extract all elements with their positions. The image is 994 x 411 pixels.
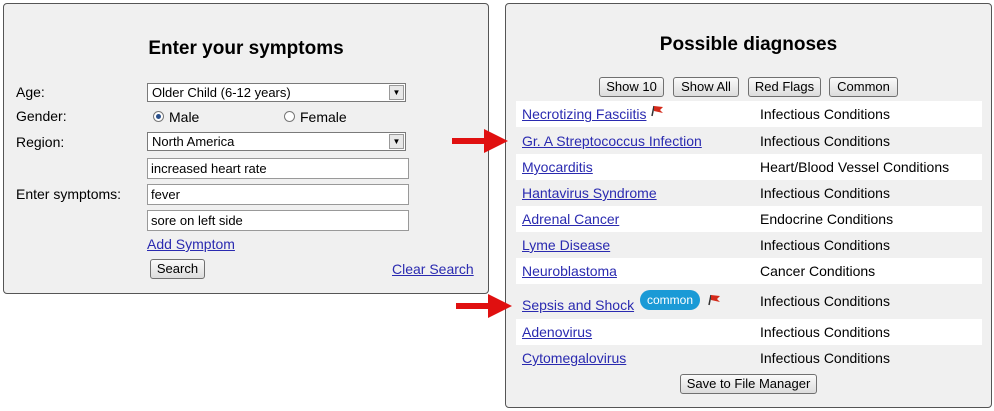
diagnoses-panel: Possible diagnoses Show 10 Show All Red … <box>505 3 992 408</box>
diagnosis-link[interactable]: Necrotizing Fasciitis <box>522 106 646 122</box>
list-item: Necrotizing Fasciitis Infectious Conditi… <box>516 101 982 127</box>
arrow-right-icon <box>456 294 512 318</box>
symptom-input-1[interactable]: increased heart rate <box>147 158 409 179</box>
region-label: Region: <box>16 134 65 150</box>
list-item: Adrenal Cancer Endocrine Conditions <box>516 206 982 232</box>
list-item: Lyme Disease Infectious Conditions <box>516 232 982 258</box>
list-item: Gr. A Streptococcus Infection Infectious… <box>516 128 982 154</box>
age-select[interactable]: Older Child (6-12 years) ▼ <box>147 83 406 102</box>
diagnoses-title: Possible diagnoses <box>659 34 838 55</box>
diagnosis-link[interactable]: Hantavirus Syndrome <box>522 185 657 201</box>
list-item: Myocarditis Heart/Blood Vessel Condition… <box>516 154 982 180</box>
region-select[interactable]: North America ▼ <box>147 132 406 151</box>
common-badge: common <box>640 290 701 310</box>
diagnosis-link[interactable]: Adenovirus <box>522 324 592 340</box>
diagnosis-category: Infectious Conditions <box>760 324 890 340</box>
symptoms-label: Enter symptoms: <box>16 186 122 202</box>
diagnosis-link[interactable]: Lyme Disease <box>522 237 610 253</box>
gender-male-radio[interactable] <box>153 111 164 122</box>
diagnosis-category: Infectious Conditions <box>760 133 890 149</box>
diagnosis-category: Infectious Conditions <box>760 106 890 122</box>
diagnosis-category: Infectious Conditions <box>760 293 890 309</box>
diagnosis-category: Cancer Conditions <box>760 263 876 279</box>
symptom-input-2[interactable]: fever <box>147 184 409 205</box>
diagnosis-link[interactable]: Neuroblastoma <box>522 263 617 279</box>
chevron-down-icon: ▼ <box>389 134 404 149</box>
diagnosis-category: Endocrine Conditions <box>760 211 894 227</box>
list-item: Adenovirus Infectious Conditions <box>516 319 982 345</box>
show-10-button[interactable]: Show 10 <box>599 77 664 97</box>
diagnosis-link[interactable]: Sepsis and Shock <box>522 297 634 313</box>
diagnosis-category: Infectious Conditions <box>760 237 890 253</box>
chevron-down-icon: ▼ <box>389 85 404 100</box>
list-item: Sepsis and Shock common Infectious Condi… <box>516 284 982 318</box>
diagnosis-link[interactable]: Gr. A Streptococcus Infection <box>522 133 702 149</box>
list-item: Cytomegalovirus Infectious Conditions <box>516 345 982 371</box>
diagnosis-link[interactable]: Adrenal Cancer <box>522 211 619 227</box>
gender-male-label: Male <box>169 109 200 125</box>
diagnosis-link[interactable]: Cytomegalovirus <box>522 350 626 366</box>
save-to-file-manager-button[interactable]: Save to File Manager <box>680 374 817 394</box>
symptom-form-title: Enter your symptoms <box>148 38 344 59</box>
diagnosis-category: Heart/Blood Vessel Conditions <box>760 159 950 175</box>
age-label: Age: <box>16 84 45 100</box>
diagnosis-category: Infectious Conditions <box>760 350 890 366</box>
gender-female-radio[interactable] <box>284 111 295 122</box>
search-button[interactable]: Search <box>150 259 205 279</box>
common-button[interactable]: Common <box>829 77 898 97</box>
diagnosis-link[interactable]: Myocarditis <box>522 159 593 175</box>
age-select-value: Older Child (6-12 years) <box>152 85 291 100</box>
red-flags-button[interactable]: Red Flags <box>748 77 821 97</box>
symptom-form-panel: Enter your symptoms Age: Older Child (6-… <box>3 3 489 294</box>
list-item: Neuroblastoma Cancer Conditions <box>516 258 982 284</box>
list-item: Hantavirus Syndrome Infectious Condition… <box>516 180 982 206</box>
red-flag-icon <box>708 294 720 306</box>
red-flag-icon <box>651 105 663 117</box>
gender-female-label: Female <box>300 109 347 125</box>
region-select-value: North America <box>152 134 235 149</box>
arrow-right-icon <box>452 129 508 153</box>
gender-label: Gender: <box>16 108 67 124</box>
add-symptom-link[interactable]: Add Symptom <box>147 236 235 252</box>
clear-search-link[interactable]: Clear Search <box>392 261 474 277</box>
symptom-input-3[interactable]: sore on left side <box>147 210 409 231</box>
show-all-button[interactable]: Show All <box>673 77 739 97</box>
diagnosis-category: Infectious Conditions <box>760 185 890 201</box>
